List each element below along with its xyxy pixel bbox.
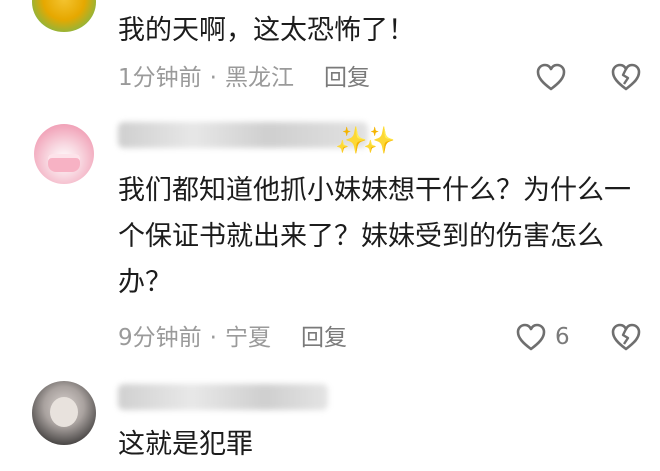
comment-2-reply-button[interactable]: 回复 bbox=[301, 323, 347, 353]
heart-outline-icon bbox=[535, 62, 567, 92]
meta-separator: · bbox=[209, 325, 217, 351]
comment-2-dislike-button[interactable] bbox=[610, 322, 642, 352]
meta-separator: · bbox=[209, 65, 217, 91]
comment-2-location: 宁夏 bbox=[224, 325, 271, 351]
comment-2-text: 我们都知道他抓小妹妹想干什么？为什么一个保证书就出来了？妹妹受到的伤害怎么办？ bbox=[118, 175, 631, 298]
avatar-comment-2[interactable] bbox=[34, 124, 94, 184]
comment-1-time: 1分钟前 bbox=[118, 65, 202, 91]
comment-2-like-button[interactable]: 6 bbox=[515, 322, 570, 352]
comment-1-dislike-button[interactable] bbox=[610, 62, 642, 92]
avatar-cake-image bbox=[48, 154, 80, 172]
comment-1-like-button[interactable] bbox=[535, 62, 567, 92]
avatar-comment-1[interactable] bbox=[32, 0, 96, 32]
comment-2-like-count: 6 bbox=[555, 324, 570, 350]
avatar-face-image bbox=[50, 397, 78, 427]
sparkle-icon: ✨✨ bbox=[335, 126, 396, 156]
comment-2-meta: 9分钟前 · 宁夏 回复 bbox=[118, 323, 347, 353]
comment-2-time: 9分钟前 bbox=[118, 325, 202, 351]
username-blurred-comment-3[interactable] bbox=[118, 384, 328, 410]
broken-heart-icon bbox=[610, 322, 642, 352]
comment-1-reply-button[interactable]: 回复 bbox=[324, 63, 370, 93]
comment-1-meta: 1分钟前 · 黑龙江 回复 bbox=[118, 63, 370, 93]
comment-1-text: 我的天啊，这太恐怖了！ bbox=[118, 15, 415, 46]
comment-3-text: 这就是犯罪 bbox=[118, 429, 253, 460]
broken-heart-icon bbox=[610, 62, 642, 92]
username-blurred-comment-2[interactable] bbox=[118, 122, 368, 148]
heart-outline-icon bbox=[515, 322, 547, 352]
comment-1-location: 黑龙江 bbox=[224, 65, 294, 91]
avatar-comment-3[interactable] bbox=[32, 381, 96, 445]
